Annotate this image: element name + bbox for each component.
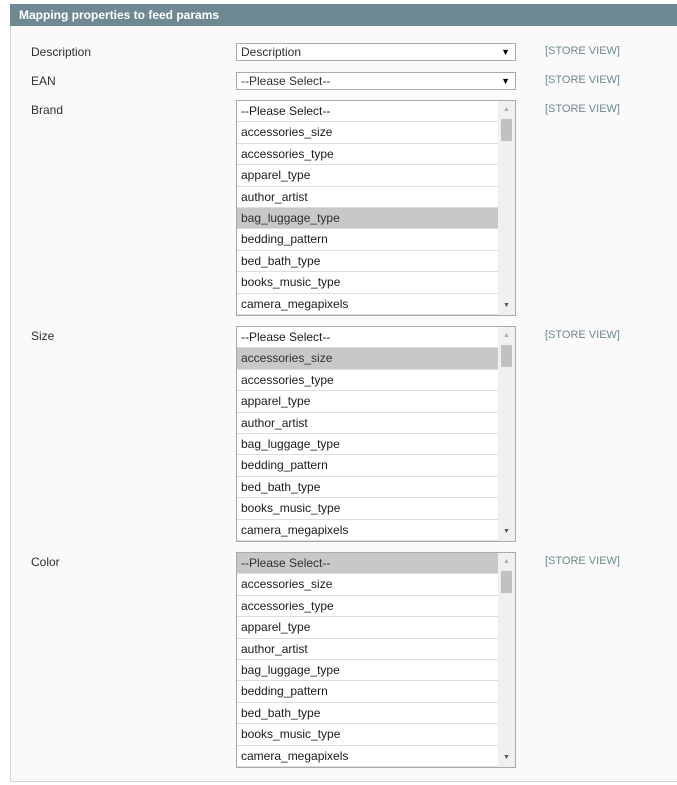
scrollbar[interactable]: ▲ ▼ — [498, 553, 515, 767]
list-option[interactable]: bedding_pattern — [237, 681, 498, 703]
scrollbar-thumb[interactable] — [501, 119, 512, 141]
list-option[interactable]: author_artist — [237, 639, 498, 660]
chevron-down-icon: ▼ — [501, 47, 510, 57]
list-option[interactable]: apparel_type — [237, 617, 498, 639]
list-option[interactable]: author_artist — [237, 413, 498, 434]
list-option[interactable]: bed_bath_type — [237, 703, 498, 725]
list-option[interactable]: bed_bath_type — [237, 251, 498, 273]
scroll-up-icon[interactable]: ▲ — [498, 555, 515, 569]
color-options: --Please Select-- accessories_size accesso… — [237, 553, 498, 767]
scroll-down-icon[interactable]: ▼ — [498, 299, 515, 313]
ean-scope: [STORE VIEW] — [545, 74, 620, 86]
size-listbox[interactable]: --Please Select-- accessories_size accesso… — [236, 326, 516, 542]
list-option[interactable]: books_music_type — [237, 724, 498, 746]
size-label: Size — [31, 329, 55, 343]
scroll-down-icon[interactable]: ▼ — [498, 751, 515, 765]
ean-select-value: --Please Select-- — [241, 74, 331, 88]
panel-title: Mapping properties to feed params — [10, 4, 677, 26]
list-option[interactable]: apparel_type — [237, 391, 498, 413]
description-select[interactable]: Description ▼ — [236, 43, 516, 61]
description-scope: [STORE VIEW] — [545, 45, 620, 57]
chevron-down-icon: ▼ — [501, 76, 510, 86]
scroll-down-icon[interactable]: ▼ — [498, 525, 515, 539]
list-option[interactable]: bedding_pattern — [237, 229, 498, 251]
list-option[interactable]: books_music_type — [237, 498, 498, 520]
list-option[interactable]: accessories_type — [237, 144, 498, 166]
list-option[interactable]: --Please Select-- — [237, 553, 498, 575]
scrollbar-thumb[interactable] — [501, 571, 512, 593]
scrollbar-thumb[interactable] — [501, 345, 512, 367]
list-option[interactable]: author_artist — [237, 187, 498, 208]
list-option[interactable]: accessories_size — [237, 122, 498, 144]
color-listbox[interactable]: --Please Select-- accessories_size accesso… — [236, 552, 516, 768]
ean-label: EAN — [31, 74, 56, 88]
brand-listbox[interactable]: --Please Select-- accessories_size accesso… — [236, 100, 516, 316]
list-option[interactable]: bag_luggage_type — [237, 660, 498, 682]
list-option[interactable]: camera_megapixels — [237, 746, 498, 767]
list-option[interactable]: camera_megapixels — [237, 294, 498, 315]
list-option[interactable]: camera_megapixels — [237, 520, 498, 541]
description-select-value: Description — [241, 45, 302, 59]
list-option[interactable]: accessories_type — [237, 370, 498, 392]
list-option[interactable]: accessories_type — [237, 596, 498, 618]
list-option[interactable]: bag_luggage_type — [237, 434, 498, 456]
scrollbar[interactable]: ▲ ▼ — [498, 327, 515, 541]
brand-options: --Please Select-- accessories_size accesso… — [237, 101, 498, 315]
list-option[interactable]: --Please Select-- — [237, 101, 498, 123]
scrollbar[interactable]: ▲ ▼ — [498, 101, 515, 315]
ean-select[interactable]: --Please Select-- ▼ — [236, 72, 516, 90]
list-option[interactable]: books_music_type — [237, 272, 498, 294]
color-label: Color — [31, 555, 60, 569]
brand-label: Brand — [31, 103, 64, 117]
color-scope: [STORE VIEW] — [545, 555, 620, 567]
scroll-up-icon[interactable]: ▲ — [498, 329, 515, 343]
size-scope: [STORE VIEW] — [545, 329, 620, 341]
list-option[interactable]: accessories_size — [237, 574, 498, 596]
size-options: --Please Select-- accessories_size accesso… — [237, 327, 498, 541]
list-option[interactable]: --Please Select-- — [237, 327, 498, 349]
list-option[interactable]: bag_luggage_type — [237, 207, 498, 230]
description-label: Description — [31, 45, 92, 59]
scroll-up-icon[interactable]: ▲ — [498, 103, 515, 117]
list-option[interactable]: apparel_type — [237, 165, 498, 187]
list-option[interactable]: accessories_size — [237, 348, 498, 370]
brand-scope: [STORE VIEW] — [545, 103, 620, 115]
list-option[interactable]: bedding_pattern — [237, 455, 498, 477]
list-option[interactable]: bed_bath_type — [237, 477, 498, 499]
